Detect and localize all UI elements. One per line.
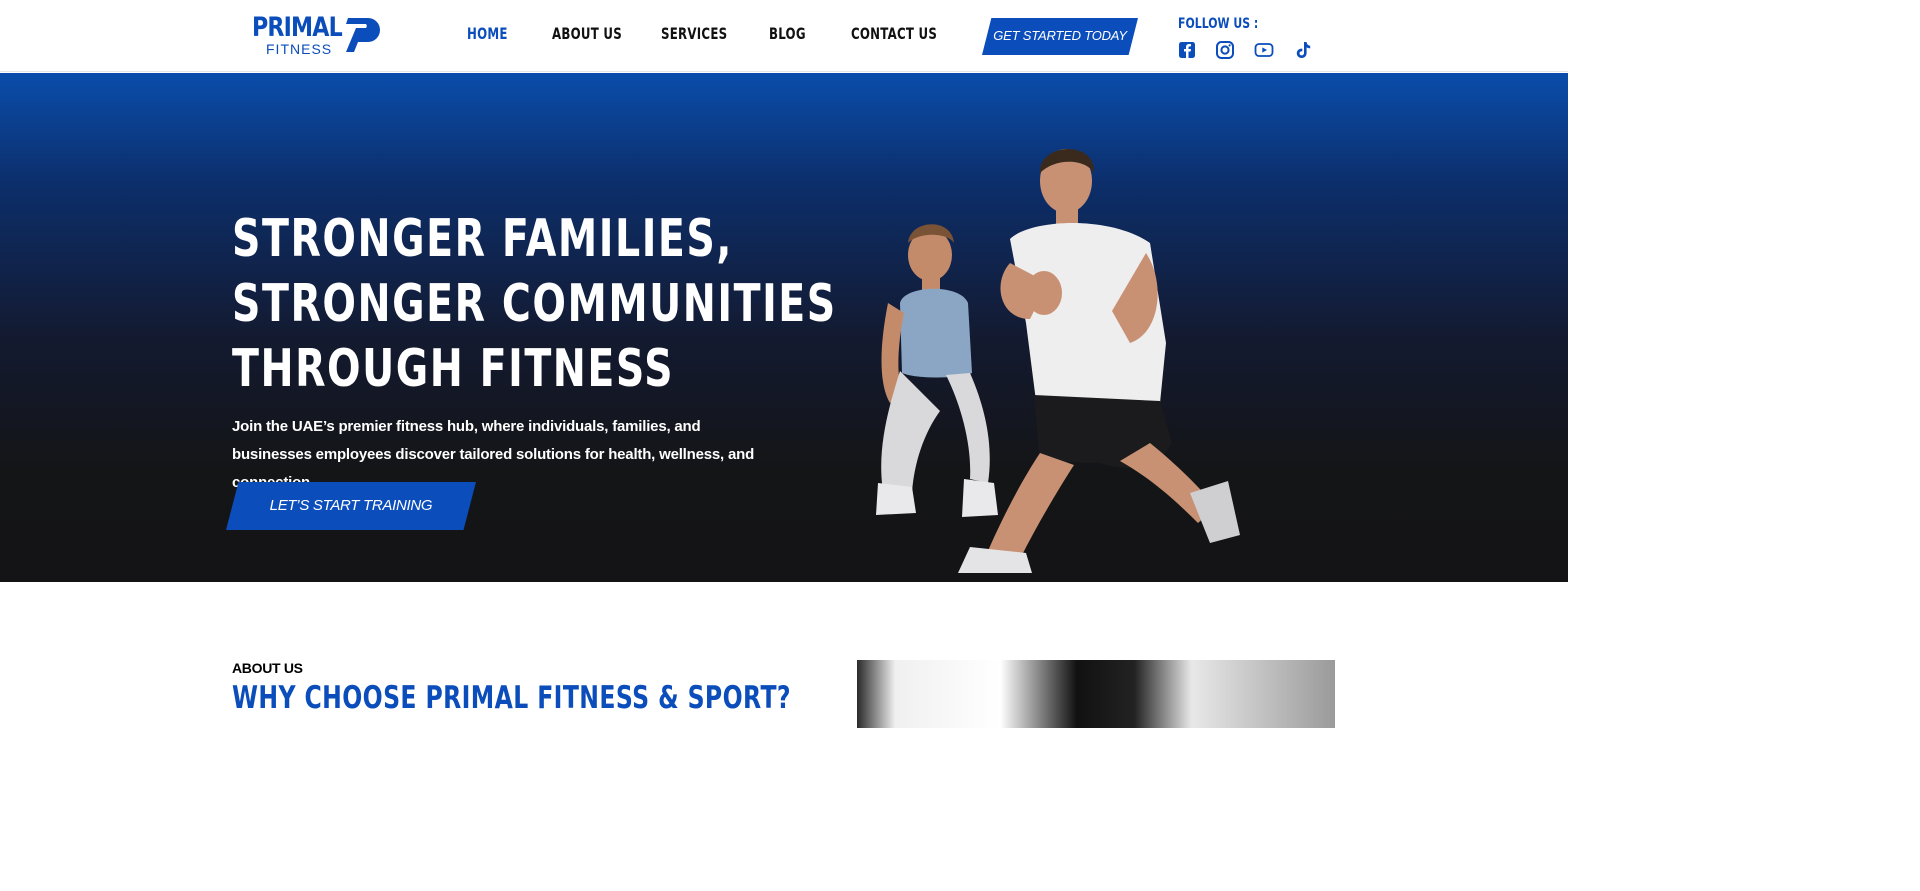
hero-title-line: STRONGER COMMUNITIES [232,274,837,334]
instagram-icon[interactable] [1215,40,1235,60]
logo-wordmark: PRIMAL [252,12,343,43]
start-training-label: LET’S START TRAINING [269,497,433,514]
nav-about-us[interactable]: ABOUT US [552,24,622,43]
hero-title-line: STRONGER FAMILIES, [232,209,733,269]
youtube-icon[interactable] [1254,40,1274,60]
start-training-button[interactable]: LET’S START TRAINING [226,482,476,530]
about-eyebrow: ABOUT US [232,660,303,676]
get-started-label: GET STARTED TODAY [993,28,1127,43]
nav-services[interactable]: SERVICES [661,24,727,43]
logo-p-mark-icon [346,18,380,52]
about-photo [857,660,1335,728]
follow-us-label: FOLLOW US : [1178,16,1259,32]
nav-contact-us[interactable]: CONTACT US [851,24,937,43]
get-started-button[interactable]: GET STARTED TODAY [982,18,1138,55]
hero-athletes-photo [876,148,1240,573]
site-header: PRIMAL FITNESS HOME ABOUT US SERVICES BL… [0,0,1568,72]
primal-fitness-logo[interactable]: PRIMAL FITNESS [252,12,382,58]
man-figure [958,148,1240,573]
nav-blog[interactable]: BLOG [769,24,806,43]
woman-figure [876,224,998,517]
hero-title: STRONGER FAMILIES, STRONGER COMMUNITIES … [232,207,837,402]
tiktok-icon[interactable] [1293,40,1313,60]
facebook-icon[interactable] [1177,40,1197,60]
about-title: WHY CHOOSE PRIMAL FITNESS & SPORT? [232,680,791,716]
logo-subtext: FITNESS [266,41,333,57]
hero-section: STRONGER FAMILIES, STRONGER COMMUNITIES … [0,73,1568,582]
hero-title-line: THROUGH FITNESS [232,339,675,399]
nav-home[interactable]: HOME [467,24,508,43]
